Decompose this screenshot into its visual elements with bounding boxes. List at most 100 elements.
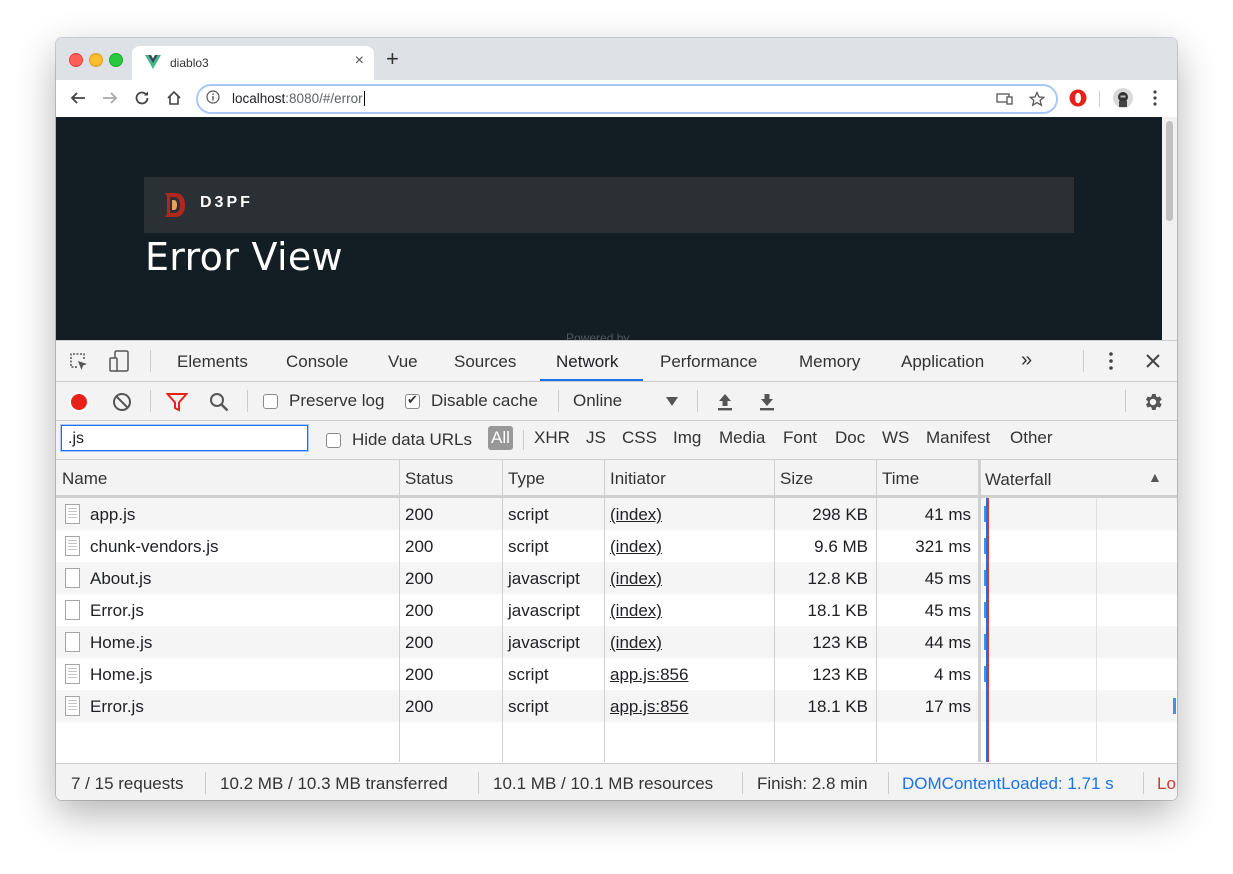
browser-menu-icon[interactable] xyxy=(1144,87,1166,109)
table-row[interactable]: Home.js 200 script app.js:856 123 KB 4 ms xyxy=(56,658,978,690)
close-devtools-icon[interactable] xyxy=(1143,351,1163,371)
table-row[interactable]: chunk-vendors.js 200 script (index) 9.6 MB 32… xyxy=(56,530,978,562)
request-name[interactable]: app.js xyxy=(90,505,135,525)
column-divider[interactable] xyxy=(399,460,400,762)
hide-data-urls-checkbox[interactable] xyxy=(326,433,341,448)
throttling-select[interactable]: Online xyxy=(573,391,622,411)
search-button[interactable] xyxy=(208,391,230,413)
request-initiator[interactable]: (index) xyxy=(610,569,662,589)
request-name[interactable]: chunk-vendors.js xyxy=(90,537,219,557)
request-initiator[interactable]: app.js:856 xyxy=(610,665,688,685)
export-har-button[interactable] xyxy=(756,391,778,413)
column-header-size[interactable]: Size xyxy=(780,469,813,489)
filter-type-all[interactable]: All xyxy=(488,426,513,450)
more-tabs-button[interactable]: » xyxy=(1021,349,1032,372)
table-row[interactable]: About.js 200 javascript (index) 12.8 KB 45 ms xyxy=(56,562,978,594)
tab-performance[interactable]: Performance xyxy=(660,352,757,372)
devtools-menu-icon[interactable] xyxy=(1101,351,1121,371)
opera-extension-icon[interactable] xyxy=(1067,87,1089,109)
forward-button[interactable] xyxy=(99,87,121,109)
filter-type-ws[interactable]: WS xyxy=(882,428,909,448)
filter-type-xhr[interactable]: XHR xyxy=(534,428,570,448)
request-name[interactable]: Error.js xyxy=(90,601,144,621)
minimize-window-button[interactable] xyxy=(89,53,103,67)
request-type: javascript xyxy=(508,633,580,652)
request-type: script xyxy=(508,505,549,524)
address-bar[interactable]: localhost:8080/#/error xyxy=(196,84,1058,114)
network-settings-button[interactable] xyxy=(1141,390,1165,414)
column-divider[interactable] xyxy=(502,460,503,762)
reload-button[interactable] xyxy=(131,87,153,109)
sort-ascending-icon[interactable]: ▲ xyxy=(1148,469,1162,485)
tab-elements[interactable]: Elements xyxy=(177,352,248,372)
inspect-element-icon[interactable] xyxy=(68,351,90,373)
device-toolbar-icon[interactable] xyxy=(108,350,130,374)
scrollbar-thumb[interactable] xyxy=(1166,121,1173,221)
info-icon[interactable] xyxy=(206,90,220,104)
filter-type-media[interactable]: Media xyxy=(719,428,765,448)
waterfall-bar[interactable] xyxy=(1173,698,1176,714)
request-name[interactable]: Home.js xyxy=(90,665,152,685)
waterfall-row xyxy=(978,530,1177,562)
table-row[interactable]: Error.js 200 script app.js:856 18.1 KB 17 ms xyxy=(56,690,978,722)
table-row[interactable]: app.js 200 script (index) 298 KB 41 ms xyxy=(56,498,978,530)
filter-input[interactable]: .js xyxy=(61,425,308,451)
tab-network[interactable]: Network xyxy=(556,352,618,372)
browser-tab[interactable]: diablo3 × xyxy=(132,46,374,80)
request-name[interactable]: Home.js xyxy=(90,633,152,653)
column-divider[interactable] xyxy=(604,460,605,762)
cast-icon[interactable] xyxy=(996,90,1014,108)
profile-avatar[interactable] xyxy=(1112,87,1134,109)
close-window-button[interactable] xyxy=(69,53,83,67)
record-button[interactable] xyxy=(68,391,90,413)
request-initiator[interactable]: app.js:856 xyxy=(610,697,688,717)
request-initiator[interactable]: (index) xyxy=(610,505,662,525)
column-divider[interactable] xyxy=(876,460,877,762)
column-divider[interactable] xyxy=(774,460,775,762)
column-header-waterfall[interactable]: Waterfall xyxy=(985,470,1051,490)
request-initiator[interactable]: (index) xyxy=(610,601,662,621)
tab-console[interactable]: Console xyxy=(286,352,348,372)
dropdown-triangle-icon[interactable] xyxy=(665,394,679,408)
column-header-time[interactable]: Time xyxy=(882,469,919,489)
page-scrollbar[interactable] xyxy=(1162,117,1177,340)
filter-type-css[interactable]: CSS xyxy=(622,428,657,448)
filter-type-img[interactable]: Img xyxy=(673,428,701,448)
preserve-log-checkbox[interactable] xyxy=(263,394,278,409)
column-header-initiator[interactable]: Initiator xyxy=(610,469,666,489)
request-initiator[interactable]: (index) xyxy=(610,633,662,653)
tab-close-icon[interactable]: × xyxy=(355,52,364,70)
filter-type-font[interactable]: Font xyxy=(783,428,817,448)
request-name[interactable]: Error.js xyxy=(90,697,144,717)
request-name[interactable]: About.js xyxy=(90,569,151,589)
filter-type-js[interactable]: JS xyxy=(586,428,606,448)
request-initiator[interactable]: (index) xyxy=(610,537,662,557)
search-icon xyxy=(210,393,229,412)
back-button[interactable] xyxy=(67,87,89,109)
column-header-name[interactable]: Name xyxy=(62,469,107,489)
column-header-status[interactable]: Status xyxy=(405,469,453,489)
new-tab-button[interactable]: + xyxy=(386,48,399,70)
bookmark-star-icon[interactable] xyxy=(1028,90,1046,108)
filter-type-other[interactable]: Other xyxy=(1010,428,1053,448)
column-header-type[interactable]: Type xyxy=(508,469,545,489)
tab-vue[interactable]: Vue xyxy=(388,352,418,372)
tab-memory[interactable]: Memory xyxy=(799,352,860,372)
home-button[interactable] xyxy=(163,87,185,109)
tab-sources[interactable]: Sources xyxy=(454,352,516,372)
table-row[interactable]: Error.js 200 javascript (index) 18.1 KB 45 ms xyxy=(56,594,978,626)
import-har-button[interactable] xyxy=(714,391,736,413)
reload-icon xyxy=(135,91,149,105)
tab-application[interactable]: Application xyxy=(901,352,984,372)
preserve-log-label: Preserve log xyxy=(289,391,385,410)
filter-toggle-button[interactable] xyxy=(166,391,188,413)
table-row[interactable]: Home.js 200 javascript (index) 123 KB 44 ms xyxy=(56,626,978,658)
zoom-window-button[interactable] xyxy=(109,53,123,67)
clear-button[interactable] xyxy=(111,391,133,413)
filter-type-doc[interactable]: Doc xyxy=(835,428,865,448)
url-text[interactable]: localhost:8080/#/error xyxy=(232,91,365,106)
column-divider[interactable] xyxy=(978,460,981,762)
file-icon xyxy=(65,600,80,620)
disable-cache-checkbox[interactable] xyxy=(405,392,420,409)
filter-type-manifest[interactable]: Manifest xyxy=(926,428,990,448)
